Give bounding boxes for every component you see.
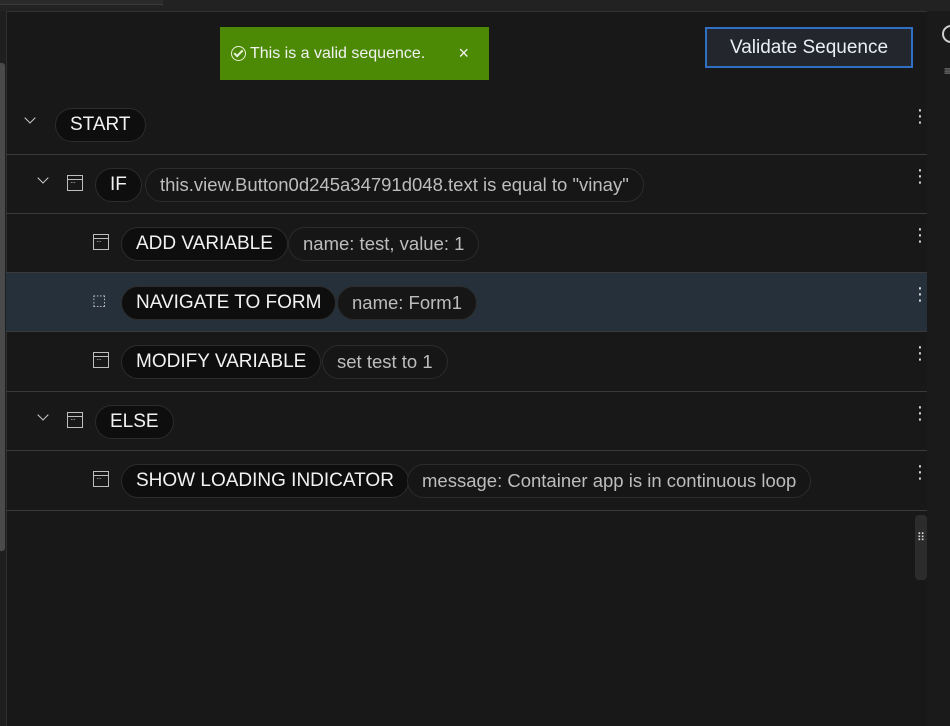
sequence-row-if[interactable]: IF this.view.Button0d245a34791d048.text … (6, 154, 929, 213)
node-label[interactable]: ADD VARIABLE (121, 227, 288, 261)
node-type-icon (93, 352, 109, 368)
toast-message: This is a valid sequence. (250, 44, 426, 62)
more-options-icon[interactable]: ⋮ (911, 344, 929, 370)
more-options-icon[interactable]: ⋮ (911, 167, 929, 193)
more-options-icon[interactable]: ⋮ (911, 226, 929, 252)
more-options-icon[interactable]: ⋮ (911, 107, 929, 133)
resize-handle[interactable]: ⠿ (915, 515, 927, 580)
node-type-icon (93, 234, 109, 250)
sequence-row-else[interactable]: ELSE ⋮ (6, 391, 929, 450)
node-params[interactable]: name: Form1 (337, 286, 478, 320)
node-params[interactable]: this.view.Button0d245a34791d048.text is … (145, 168, 644, 202)
node-params[interactable]: message: Container app is in continuous … (407, 464, 812, 498)
chevron-down-icon[interactable] (37, 174, 49, 186)
more-options-icon[interactable]: ⋮ (911, 404, 929, 430)
sequence-row-add-variable[interactable]: ADD VARIABLE name: test, value: 1 ⋮ (6, 213, 929, 272)
chevron-down-icon[interactable] (24, 114, 36, 126)
list-bottom-divider (6, 510, 927, 511)
node-type-icon (93, 471, 109, 487)
sequence-row-start[interactable]: START ⋮ (6, 95, 929, 154)
pointer-select-icon: ⬚ (92, 292, 107, 309)
toast-close-icon[interactable]: × (458, 43, 469, 64)
node-params[interactable]: set test to 1 (322, 345, 448, 379)
node-label[interactable]: NAVIGATE TO FORM (121, 286, 337, 320)
left-scrollbar-thumb[interactable] (0, 63, 5, 551)
node-type-icon (67, 412, 83, 428)
validate-sequence-button[interactable]: Validate Sequence (705, 27, 913, 68)
node-type-icon (67, 175, 83, 191)
node-label[interactable]: ELSE (95, 405, 174, 439)
panel-menu-icon[interactable]: ≡ (944, 65, 950, 77)
chevron-down-icon[interactable] (37, 411, 49, 423)
check-circle-icon (231, 46, 246, 61)
more-options-icon[interactable]: ⋮ (911, 285, 929, 311)
top-bar (0, 0, 950, 12)
node-params[interactable]: name: test, value: 1 (288, 227, 480, 261)
node-label[interactable]: MODIFY VARIABLE (121, 345, 322, 379)
panel-circle-icon[interactable] (942, 25, 950, 43)
sequence-row-modify-variable[interactable]: MODIFY VARIABLE set test to 1 ⋮ (6, 331, 929, 390)
sequence-row-show-loading-indicator[interactable]: SHOW LOADING INDICATOR message: Containe… (6, 450, 929, 509)
node-label[interactable]: SHOW LOADING INDICATOR (121, 464, 409, 498)
tab-fragment (0, 0, 163, 5)
right-panel-strip: ≡ (927, 11, 950, 726)
node-label[interactable]: START (55, 108, 146, 142)
success-toast: This is a valid sequence. × (220, 27, 489, 80)
node-label[interactable]: IF (95, 168, 142, 202)
sequence-row-navigate-to-form[interactable]: ⬚ NAVIGATE TO FORM name: Form1 ⋮ (6, 272, 929, 331)
more-options-icon[interactable]: ⋮ (911, 463, 929, 489)
